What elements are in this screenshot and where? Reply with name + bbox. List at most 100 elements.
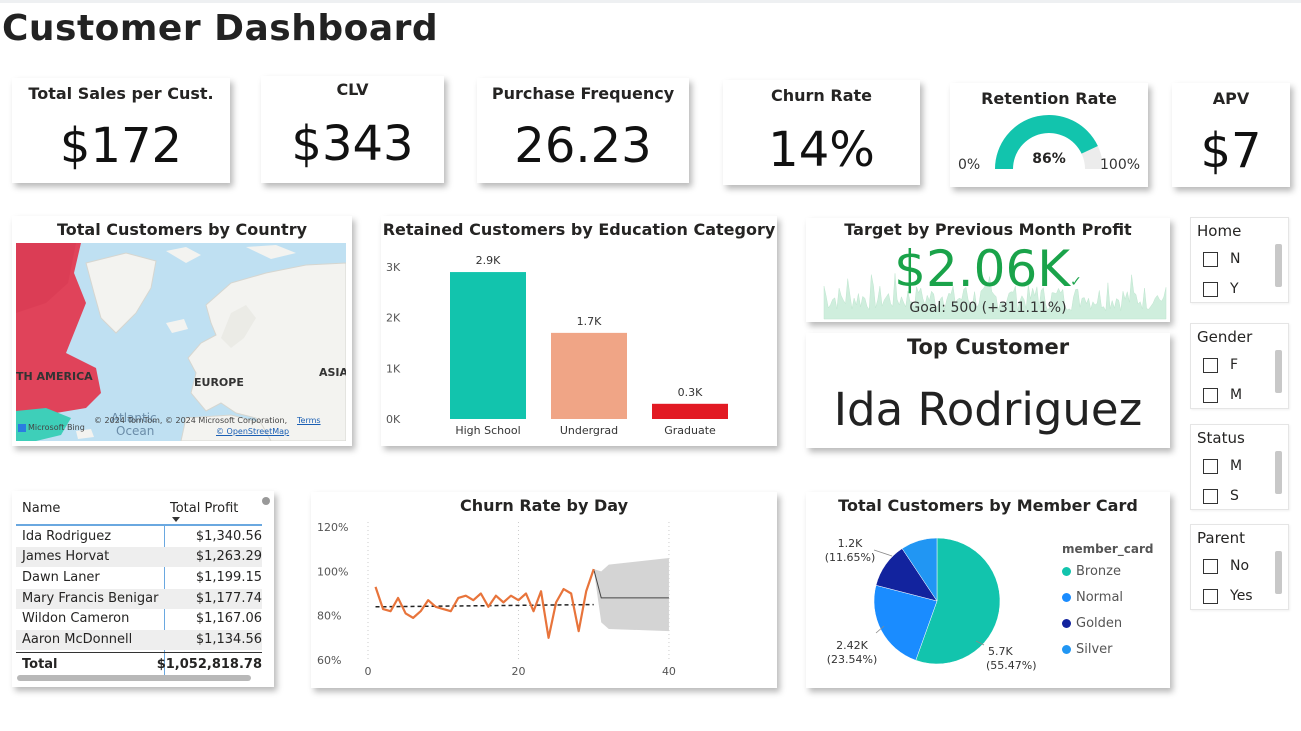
profit-table-card[interactable]: Name Total Profit Ida Rodriguez $1,340.56… — [12, 491, 274, 687]
legend-label: Bronze — [1076, 564, 1121, 579]
slicer-scrollbar[interactable] — [1275, 451, 1282, 494]
checkbox[interactable] — [1203, 558, 1218, 574]
checkbox[interactable] — [1203, 357, 1218, 373]
slicer-option[interactable]: No — [1203, 558, 1249, 574]
bar[interactable] — [551, 332, 627, 419]
slicer-option[interactable]: S — [1203, 488, 1239, 504]
slicer-status[interactable]: Status M S — [1190, 424, 1289, 510]
country-map[interactable]: TH AMERICA EUROPE ASIA Atlantic Ocean © … — [16, 243, 346, 441]
kpi-churn-rate-card[interactable]: Churn Rate 14% — [723, 80, 920, 185]
checkbox[interactable] — [1203, 458, 1218, 474]
y-tick-label: 120% — [317, 521, 348, 534]
sort-desc-icon[interactable] — [172, 517, 180, 522]
map-label-europe: EUROPE — [194, 376, 244, 389]
kpi-retention-rate-card[interactable]: Retention Rate 86% 0% 100% — [950, 83, 1148, 187]
y-tick-label: 60% — [317, 654, 341, 667]
map-card[interactable]: Total Customers by Country TH AMERICA EU… — [12, 216, 352, 446]
kpi-title: APV — [1212, 89, 1250, 108]
slicer-option[interactable]: M — [1203, 387, 1242, 403]
slicer-scrollbar[interactable] — [1275, 350, 1282, 393]
slicer-option[interactable]: F — [1203, 357, 1238, 373]
slicer-title: Gender — [1197, 328, 1253, 346]
table-row[interactable]: Mary Francis Benigar $1,177.74 — [16, 589, 262, 609]
legend-dot-icon — [1062, 619, 1071, 628]
slicer-scrollbar[interactable] — [1275, 244, 1282, 287]
table-row[interactable]: Ida Rodriguez $1,340.56 — [16, 527, 262, 547]
checkbox[interactable] — [1203, 281, 1218, 297]
pie-data-pct: (11.65%) — [825, 551, 876, 564]
slicer-scrollbar[interactable] — [1275, 551, 1282, 594]
slicer-option[interactable]: N — [1203, 251, 1240, 267]
kpi-value: 26.23 — [514, 118, 652, 174]
map-label-ocean: Ocean — [116, 424, 155, 438]
trend-line — [375, 603, 594, 608]
table-horizontal-scrollbar[interactable] — [17, 675, 251, 681]
map-land — [16, 243, 346, 441]
kpi-title: Churn Rate — [771, 86, 872, 105]
legend-item[interactable]: Normal — [1062, 590, 1123, 605]
member-card-card[interactable]: Total Customers by Member Card 5.7K (55.4… — [806, 492, 1170, 688]
slicer-option[interactable]: M — [1203, 458, 1242, 474]
top-customer-card[interactable]: Top Customer Ida Rodriguez — [806, 333, 1170, 448]
table-row[interactable]: James Horvat $1,263.29 — [16, 547, 262, 567]
pie-data-pct: (55.47%) — [986, 659, 1037, 672]
pie-leader-line — [873, 549, 893, 557]
target-card[interactable]: Target by Previous Month Profit $2.06K✓ … — [806, 218, 1170, 322]
top-border — [0, 0, 1301, 3]
table-total-row: Total $1,052,818.78 — [22, 657, 262, 672]
checkbox[interactable] — [1203, 387, 1218, 403]
legend-label: Golden — [1076, 616, 1123, 631]
kpi-clv-card[interactable]: CLV $343 — [261, 76, 444, 183]
legend-item[interactable]: Bronze — [1062, 564, 1121, 579]
legend-item[interactable]: Golden — [1062, 616, 1122, 631]
eurasia-shape — [187, 262, 346, 441]
table-vertical-scrollbar[interactable] — [262, 497, 270, 505]
legend-title: member_card — [1062, 542, 1154, 556]
slicer-title: Parent — [1197, 529, 1246, 547]
bar[interactable] — [652, 403, 728, 419]
greenland-shape — [85, 252, 157, 334]
churn-line-chart[interactable]: 60% 80% 100% 120% 0 20 40 — [311, 492, 777, 688]
kpi-purchase-frequency-card[interactable]: Purchase Frequency 26.23 — [477, 78, 689, 183]
check-icon: ✓ — [1070, 274, 1082, 290]
bing-logo: Microsoft Bing — [18, 423, 85, 432]
bar[interactable] — [450, 272, 526, 419]
slicer-parent[interactable]: Parent No Yes — [1190, 524, 1289, 610]
top-customer-name: Ida Rodriguez — [833, 383, 1143, 436]
education-bar-chart[interactable]: 0K 1K 2K 3K 2.9K High School 1.7K Undergrad 0.3K… — [381, 216, 777, 446]
kpi-total-sales-card[interactable]: Total Sales per Cust. $172 — [12, 78, 230, 183]
map-terms-link[interactable]: Terms — [297, 416, 321, 425]
legend-dot-icon — [1062, 567, 1071, 576]
top-customer-title: Top Customer — [906, 335, 1070, 359]
slicer-gender[interactable]: Gender F M — [1190, 323, 1289, 409]
map-label-asia: ASIA — [319, 366, 346, 379]
education-chart-card[interactable]: Retained Customers by Education Category… — [381, 216, 777, 446]
legend-item[interactable]: Silver — [1062, 642, 1113, 657]
map-label-america: TH AMERICA — [16, 370, 93, 383]
table-row[interactable]: Aaron McDonnell $1,134.56 — [16, 630, 262, 650]
gauge-value: 86% — [1032, 151, 1066, 167]
header-divider — [16, 524, 262, 526]
legend-label: Normal — [1076, 590, 1124, 605]
checkbox[interactable] — [1203, 488, 1218, 504]
target-value: $2.06K✓ — [806, 240, 1170, 298]
bar-data-label: 0.3K — [678, 386, 703, 399]
checkbox[interactable] — [1203, 251, 1218, 267]
table-row[interactable]: Dawn Laner $1,199.15 — [16, 568, 262, 588]
map-osm-link[interactable]: © OpenStreetMap — [216, 427, 289, 436]
table-row[interactable]: Wildon Cameron $1,167.06 — [16, 609, 262, 629]
churn-series-line[interactable] — [374, 568, 595, 639]
churn-day-card[interactable]: Churn Rate by Day 60% 80% 100% 120% 0 20 40 — [311, 492, 777, 688]
slicer-home[interactable]: Home N Y — [1190, 217, 1289, 303]
x-tick-label: Graduate — [664, 424, 716, 437]
y-tick-label: 3K — [386, 261, 401, 274]
kpi-apv-card[interactable]: APV $7 — [1172, 83, 1290, 187]
slicer-title: Home — [1197, 222, 1242, 240]
column-header-name[interactable]: Name — [22, 501, 60, 516]
column-header-profit[interactable]: Total Profit — [170, 501, 238, 516]
kpi-value: 14% — [768, 122, 875, 178]
checkbox[interactable] — [1203, 588, 1218, 604]
bar-data-label: 2.9K — [476, 254, 501, 267]
slicer-option[interactable]: Yes — [1203, 588, 1253, 604]
slicer-option[interactable]: Y — [1203, 281, 1239, 297]
